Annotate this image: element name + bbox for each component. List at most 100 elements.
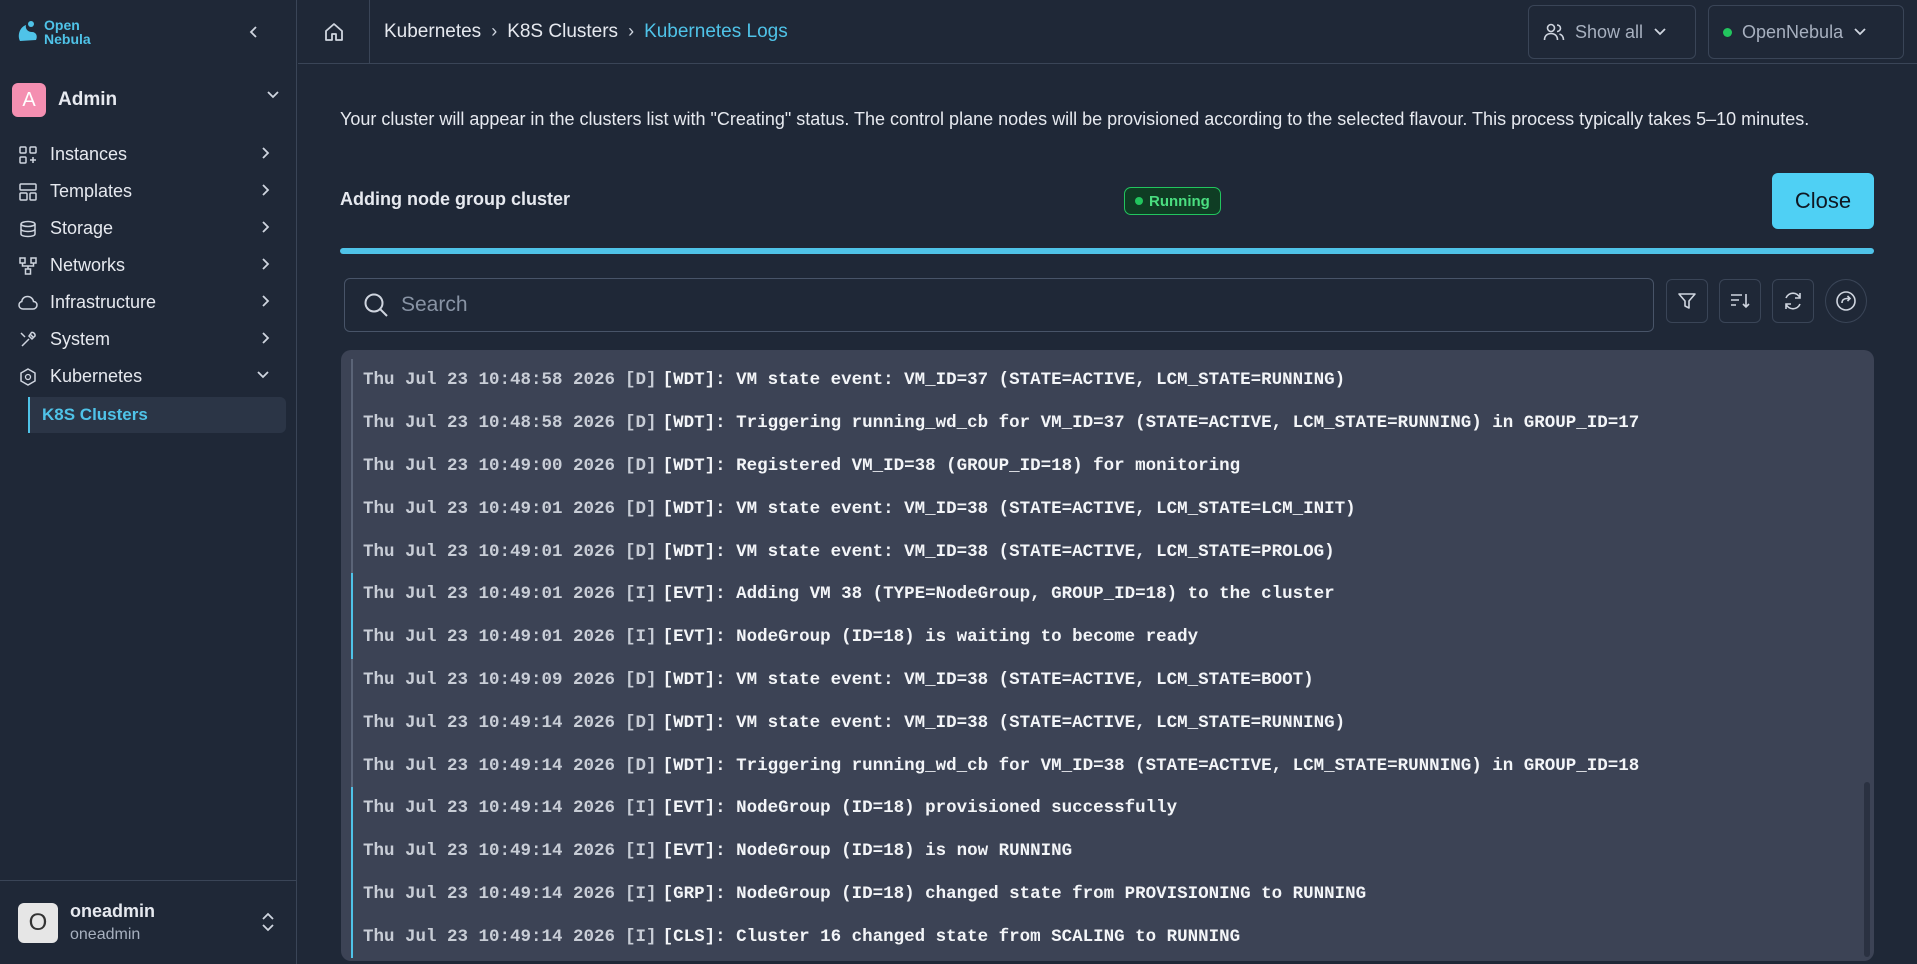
sidebar-item-networks[interactable]: Networks <box>0 247 296 284</box>
sidebar-item-storage[interactable]: Storage <box>0 210 296 247</box>
chevron-down-icon <box>267 91 279 99</box>
log-level: [D] <box>625 755 657 776</box>
account-menu[interactable]: O oneadmin oneadmin <box>0 880 297 964</box>
log-level: [D] <box>625 370 657 391</box>
log-line: Thu Jul 23 10:49:14 2026 [I] [CLS]: Cluste… <box>351 915 1864 959</box>
sort-button[interactable] <box>1719 279 1761 323</box>
log-line: Thu Jul 23 10:49:01 2026 [I] [EVT]: NodeGr… <box>351 615 1864 659</box>
filter-button[interactable] <box>1666 279 1708 323</box>
log-level: [D] <box>625 541 657 562</box>
networks-icon <box>18 256 38 276</box>
sort-icon <box>1731 294 1750 309</box>
view-label: Admin <box>58 89 118 110</box>
log-timestamp: Thu Jul 23 10:49:14 2026 <box>363 798 616 819</box>
status-dot <box>1135 197 1143 205</box>
show-all-label: Show all <box>1575 21 1644 42</box>
avatar: O <box>18 902 58 943</box>
search-input[interactable] <box>401 293 1601 317</box>
show-all-groups-button[interactable]: Show all <box>1528 5 1696 59</box>
collapse-sidebar-button[interactable] <box>242 20 266 44</box>
log-timestamp: Thu Jul 23 10:49:01 2026 <box>363 627 616 648</box>
log-line: Thu Jul 23 10:48:58 2026 [D] [WDT]: VM sta… <box>351 359 1864 402</box>
log-timestamp: Thu Jul 23 10:48:58 2026 <box>363 413 616 434</box>
log-level: [D] <box>625 455 657 476</box>
search-box[interactable] <box>344 278 1654 332</box>
log-message: [WDT]: VM state event: VM_ID=38 (STATE=A… <box>662 712 1346 733</box>
chevron-right-icon <box>262 147 270 159</box>
log-line: Thu Jul 23 10:49:14 2026 [I] [GRP]: NodeGr… <box>351 872 1864 916</box>
log-message: [WDT]: VM state event: VM_ID=38 (STATE=A… <box>662 498 1356 519</box>
log-message: [WDT]: VM state event: VM_ID=38 (STATE=A… <box>662 541 1335 562</box>
log-timestamp: Thu Jul 23 10:48:58 2026 <box>363 370 616 391</box>
log-message: [GRP]: NodeGroup (ID=18) changed state f… <box>662 883 1367 904</box>
home-icon <box>324 22 343 41</box>
sidebar-item-label: Networks <box>50 255 126 275</box>
sidebar-item-instances[interactable]: Instances <box>0 136 296 173</box>
logo-text-nebula: Nebula <box>44 31 91 47</box>
log-level: [I] <box>625 584 657 605</box>
breadcrumb-separator-icon: › <box>628 21 635 41</box>
search-icon <box>364 293 388 317</box>
sidebar-item-label: System <box>50 329 111 349</box>
log-level: [D] <box>625 669 657 690</box>
log-timestamp: Thu Jul 23 10:49:14 2026 <box>363 926 616 947</box>
follow-arrow-icon <box>1836 291 1856 311</box>
sidebar-item-infrastructure[interactable]: Infrastructure <box>0 284 296 321</box>
log-level: [D] <box>625 498 657 519</box>
logo-row: Open Nebula <box>0 0 296 64</box>
chevron-right-icon <box>262 332 270 344</box>
log-level: [I] <box>625 926 657 947</box>
view-selector[interactable]: A Admin <box>0 64 296 136</box>
zone-label: OpenNebula <box>1742 21 1844 42</box>
system-icon <box>18 330 38 350</box>
refresh-button[interactable] <box>1772 279 1814 323</box>
log-timestamp: Thu Jul 23 10:49:14 2026 <box>363 712 616 733</box>
home-button[interactable] <box>298 0 370 64</box>
opennebula-logo-icon <box>18 21 37 41</box>
log-message: [EVT]: NodeGroup (ID=18) is waiting to b… <box>662 627 1199 648</box>
opennebula-logo[interactable]: Open Nebula <box>16 18 91 46</box>
log-message: [WDT]: Triggering running_wd_cb for VM_I… <box>662 755 1640 776</box>
status-label: Running <box>1149 192 1210 210</box>
log-timestamp: Thu Jul 23 10:49:14 2026 <box>363 755 616 776</box>
chevron-down-icon <box>1654 28 1666 36</box>
log-message: [EVT]: NodeGroup (ID=18) provisioned suc… <box>662 798 1178 819</box>
log-timestamp: Thu Jul 23 10:49:14 2026 <box>363 841 616 862</box>
chevron-down-icon <box>257 371 269 379</box>
chevron-left-icon <box>249 26 257 38</box>
sidebar-subitem-k8s-clusters[interactable]: K8S Clusters <box>28 397 286 433</box>
close-button[interactable]: Close <box>1772 173 1874 229</box>
log-line: Thu Jul 23 10:49:14 2026 [D] [WDT]: VM sta… <box>351 701 1864 745</box>
log-level: [I] <box>625 883 657 904</box>
follow-logs-button[interactable] <box>1825 279 1867 323</box>
topbar: Kubernetes › K8S Clusters › Kubernetes L… <box>298 0 1917 64</box>
breadcrumb-k8s-clusters[interactable]: K8S Clusters <box>507 21 618 43</box>
users-icon <box>1543 23 1565 41</box>
chevron-right-icon <box>262 184 270 196</box>
log-level: [I] <box>625 798 657 819</box>
instances-icon <box>18 145 38 165</box>
log-line: Thu Jul 23 10:49:01 2026 [D] [WDT]: VM sta… <box>351 530 1864 573</box>
sidebar-item-kubernetes[interactable]: Kubernetes <box>0 358 296 395</box>
sidebar: Open Nebula A Admin Instances Templates <box>0 0 297 964</box>
sidebar-item-system[interactable]: System <box>0 321 296 358</box>
log-message: [WDT]: VM state event: VM_ID=38 (STATE=A… <box>662 669 1314 690</box>
breadcrumb: Kubernetes › K8S Clusters › Kubernetes L… <box>370 21 788 43</box>
log-viewer[interactable]: Thu Jul 23 10:48:58 2026 [D] [WDT]: VM sta… <box>341 350 1874 961</box>
logo-text-open: Open <box>44 17 80 33</box>
chevron-up-down-icon <box>262 912 274 932</box>
log-line: Thu Jul 23 10:49:14 2026 [D] [WDT]: Trigge… <box>351 744 1864 787</box>
refresh-icon <box>1785 292 1801 310</box>
breadcrumb-kubernetes-logs: Kubernetes Logs <box>644 20 788 42</box>
storage-icon <box>18 219 38 239</box>
log-line: Thu Jul 23 10:49:01 2026 [D] [WDT]: VM sta… <box>351 487 1864 531</box>
breadcrumb-kubernetes[interactable]: Kubernetes <box>384 21 481 43</box>
sidebar-item-templates[interactable]: Templates <box>0 173 296 210</box>
status-badge: Running <box>1124 187 1221 215</box>
log-level: [D] <box>625 413 657 434</box>
sidebar-item-label: Infrastructure <box>50 292 157 312</box>
chevron-right-icon <box>262 258 270 270</box>
sidebar-item-label: Kubernetes <box>50 366 143 386</box>
zone-selector-button[interactable]: OpenNebula <box>1708 5 1904 59</box>
log-scrollbar[interactable] <box>1864 782 1870 957</box>
